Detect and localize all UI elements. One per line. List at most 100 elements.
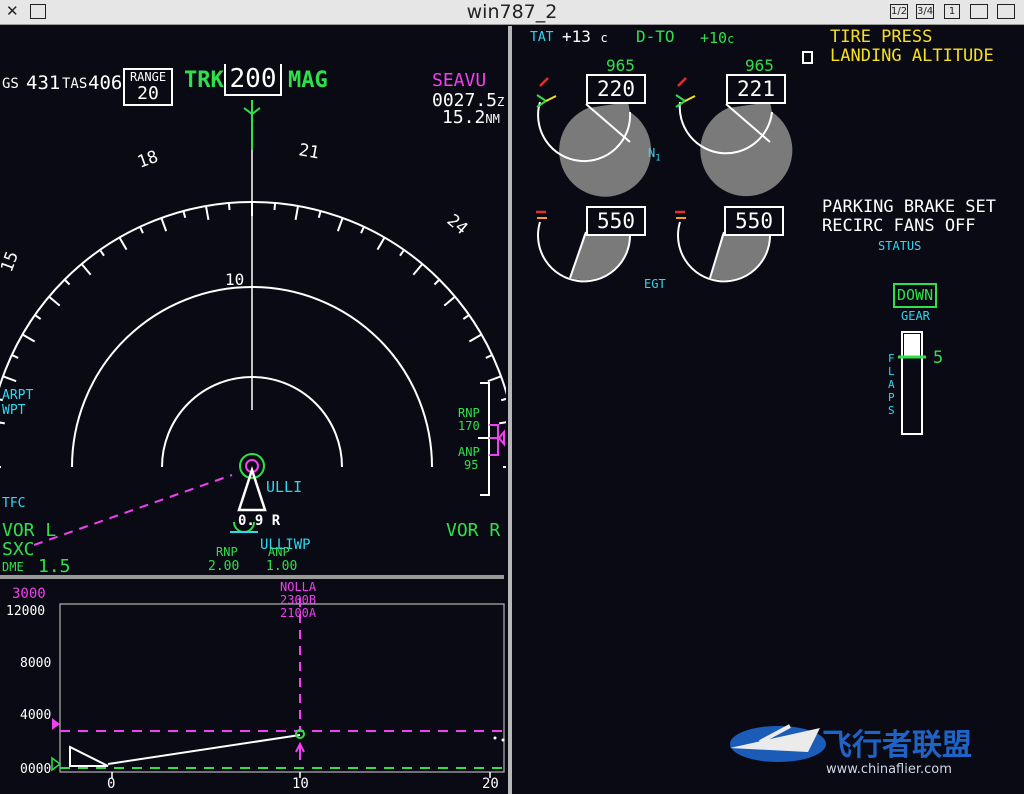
dme-value: 1.5 [38, 556, 71, 577]
track-label: TRK [184, 68, 224, 93]
n1-left-fill [559, 102, 652, 197]
airport-ident: ULLI [266, 478, 303, 496]
vsd-aircraft [69, 745, 109, 767]
compass-tick [11, 354, 19, 359]
vor-r-label: VOR R [446, 520, 501, 541]
caution-landing-altitude: LANDING ALTITUDE [830, 46, 994, 66]
n1-right-cmd-bug [684, 95, 696, 102]
vsd-dot [493, 736, 497, 740]
vsd-alt-bug [52, 718, 60, 730]
compass-label-15: 15 [0, 249, 23, 275]
compass-tick [399, 249, 405, 257]
map-option-wpt: WPT [2, 403, 26, 418]
vsd-tick-4000: 4000 [20, 708, 52, 723]
cockpit-display: 18 21 24 15 10 [0, 26, 926, 794]
flaps-fill [904, 334, 920, 356]
ground-speed: 431 [26, 72, 61, 94]
compass-tick [118, 237, 128, 251]
vsd-path [107, 734, 301, 765]
watermark-logo [730, 724, 826, 762]
range-value: 20 [137, 83, 159, 104]
vsd-selected-alt: 3000 [12, 586, 46, 602]
anp-label: ANP [268, 545, 290, 559]
vsd-separator [0, 575, 504, 579]
compass-tick [0, 421, 5, 425]
n1-right-readout: 221 [726, 74, 786, 104]
derate-temp-unit: c [727, 32, 735, 46]
egt-label: EGT [644, 277, 666, 291]
vsd-x-0: 0 [107, 776, 116, 792]
n1-right-redline [677, 77, 687, 87]
vsd-x-20: 20 [482, 776, 499, 792]
n1-right-ref: 965 [745, 56, 774, 75]
compass-tick [500, 397, 506, 402]
rnp-bracket [489, 424, 499, 456]
mag-label: MAG [288, 68, 328, 93]
rnp-bar-value: 170 [458, 419, 480, 433]
vsd-fix-label: NOLLA 2300B 2100A [280, 581, 316, 620]
dme-label: DME [2, 560, 24, 574]
derate-mode: D-TO [636, 27, 675, 46]
derate-temp-value: +10 [700, 29, 728, 47]
compass-tick [160, 217, 168, 232]
waypoint-distance: 15.2NM [442, 107, 500, 128]
compass-label-21: 21 [297, 140, 321, 163]
watermark-url: www.chinaflier.com [826, 762, 952, 777]
compass-tick [204, 205, 210, 220]
egt-left-readout: 550 [586, 206, 646, 236]
compass-tick [443, 295, 456, 307]
egt-right-readout: 550 [724, 206, 784, 236]
compass-label-18: 18 [135, 147, 161, 173]
vsd-tick-8000: 8000 [20, 656, 52, 671]
vsd-waypoint-arrow [295, 741, 305, 760]
compass-tick [22, 333, 36, 343]
pos-dist-unit: R [271, 513, 281, 529]
active-waypoint: SEAVU [432, 70, 487, 91]
range-box[interactable]: RANGE 20 [123, 68, 173, 106]
tat-label: TAT [530, 30, 554, 45]
message-checkbox[interactable] [802, 51, 813, 64]
position-distance: 0.9 R [238, 513, 280, 529]
vor-l-ident: SXC [2, 539, 35, 560]
vsd-tick-12000: 12000 [6, 604, 46, 619]
tat-unit: c [600, 31, 608, 45]
n1-label-sub: 1 [655, 153, 661, 164]
n1-left-ref-bug [536, 94, 548, 108]
heading-readout: 200 [224, 64, 282, 96]
n1-left-ref: 965 [606, 56, 635, 75]
map-option-tfc: TFC [2, 496, 26, 511]
vsd-dot [501, 738, 505, 742]
anp-value: 1.00 [266, 559, 298, 574]
status-label: STATUS [878, 239, 922, 253]
n1-left-readout: 220 [586, 74, 646, 104]
n1-right-ref-bug [675, 94, 687, 108]
n1-left-redline [539, 77, 549, 87]
flaps-label: FLAPS [888, 352, 895, 417]
pos-dist-value: 0.9 [238, 513, 264, 529]
tat-temp: +13 [562, 27, 591, 46]
vsd-fix-alt2: 2100A [280, 606, 317, 620]
rnp-value: 2.00 [208, 559, 240, 574]
egt-left-fill [570, 234, 631, 281]
range-label: RANGE [129, 70, 167, 84]
compass-tick [34, 314, 42, 320]
vsd-x-10: 10 [292, 776, 309, 792]
compass-tick [317, 210, 322, 219]
compass-tick [294, 205, 300, 220]
compass-tick [485, 354, 493, 359]
compass-arc [0, 201, 506, 396]
tat-value: +13 c [562, 27, 608, 46]
compass-tick [412, 263, 424, 276]
compass-tick [336, 217, 344, 232]
compass-tick [360, 226, 365, 234]
compass-tick [80, 263, 92, 276]
flaps-value: 5 [933, 348, 944, 368]
vsd-ground-bug [51, 756, 62, 772]
compass-ticks [0, 202, 506, 468]
gs-label: GS [2, 76, 19, 92]
watermark-name: 飞行者联盟 [822, 728, 972, 763]
anp-bar-value: 95 [464, 458, 479, 472]
true-airspeed: 406 [88, 72, 123, 94]
compass-tick [182, 210, 187, 219]
compass-tick [468, 333, 482, 343]
